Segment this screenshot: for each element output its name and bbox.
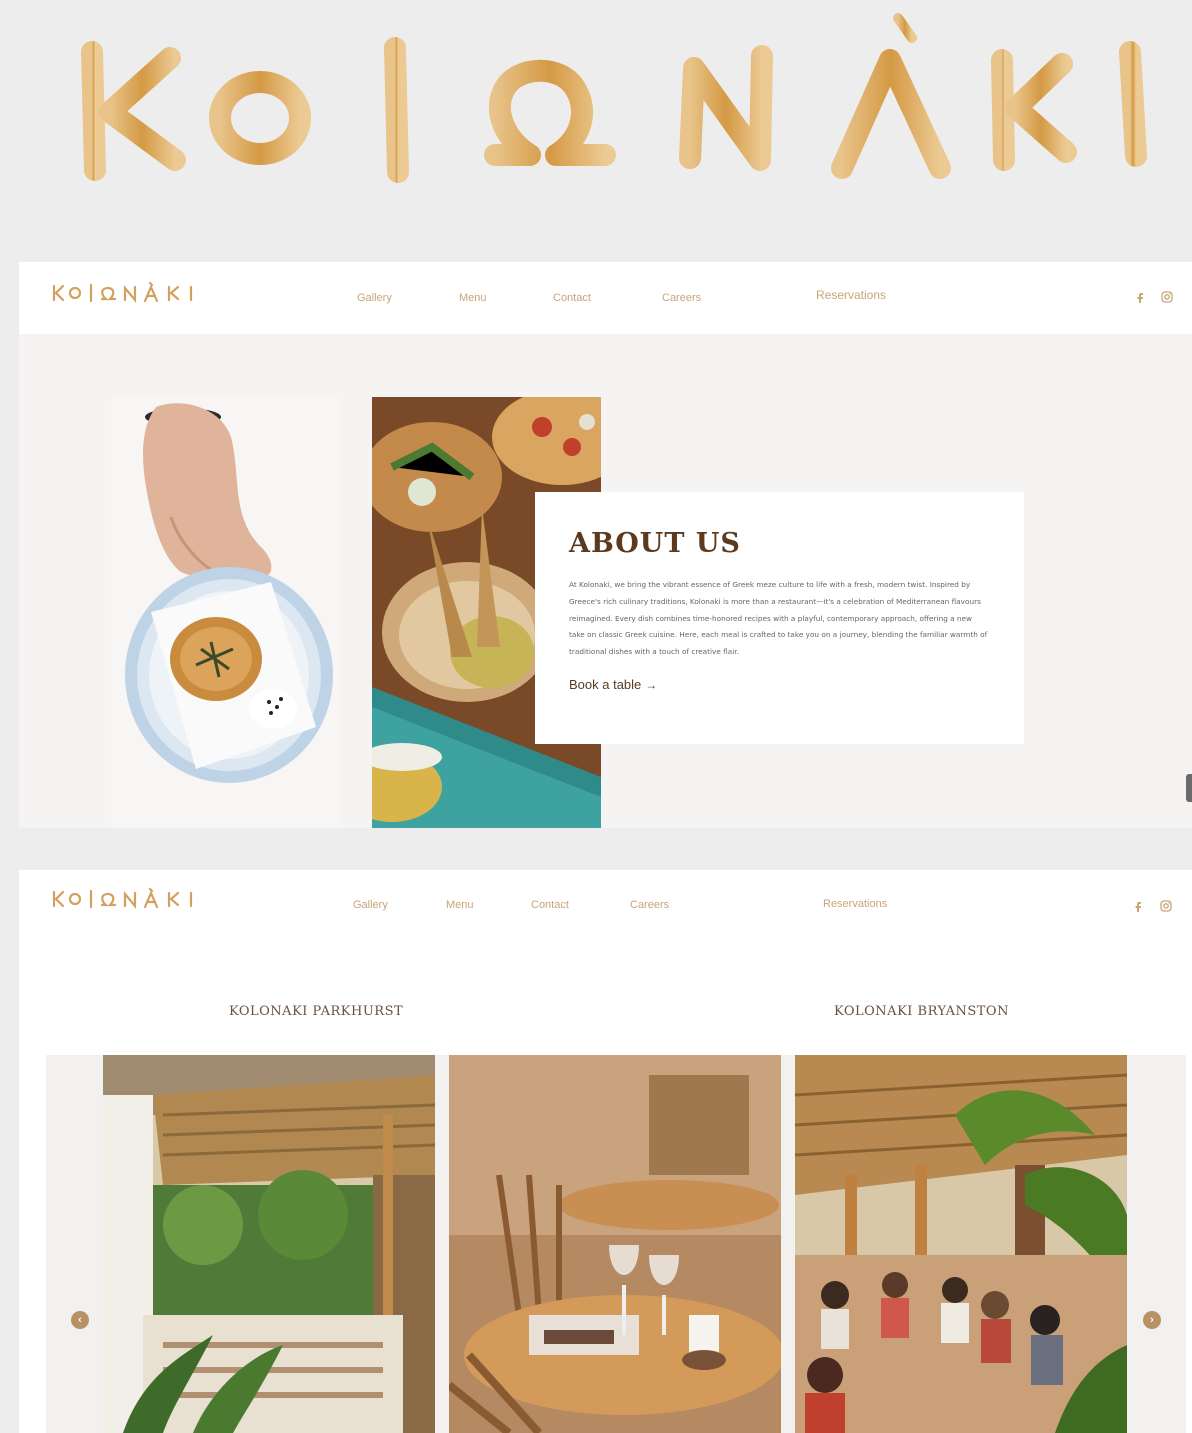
nav-link-menu-2[interactable]: Menu <box>446 899 474 911</box>
locations-section-screenshot: Gallery Menu Contact Careers Reservation… <box>19 870 1192 1433</box>
nav-link-gallery-2[interactable]: Gallery <box>353 899 388 911</box>
top-navbar-2: Gallery Menu Contact Careers Reservation… <box>19 870 1192 940</box>
book-table-link[interactable]: Book a table → <box>569 677 657 692</box>
location-title-bryanston: KOLONAKI BRYANSTON <box>834 1004 1009 1019</box>
photo-plated-pie <box>111 397 341 828</box>
nav-link-careers[interactable]: Careers <box>662 292 701 304</box>
nav-link-menu[interactable]: Menu <box>459 292 487 304</box>
nav-link-careers-2[interactable]: Careers <box>630 899 669 911</box>
location-title-parkhurst: KOLONAKI PARKHURST <box>229 1004 404 1019</box>
nav-link-contact[interactable]: Contact <box>553 292 591 304</box>
nav-logo-2[interactable] <box>51 887 197 910</box>
top-navbar: Gallery Menu Contact Careers Reservation… <box>19 262 1192 334</box>
facebook-icon[interactable] <box>1133 290 1147 304</box>
nav-link-gallery[interactable]: Gallery <box>357 292 392 304</box>
nav-reservations[interactable]: Reservations <box>816 288 886 302</box>
nav-reservations-2[interactable]: Reservations <box>823 898 887 910</box>
about-section-screenshot: Gallery Menu Contact Careers Reservation… <box>19 262 1192 828</box>
location-gallery <box>46 1055 1186 1433</box>
carousel-prev-button[interactable]: ‹ <box>71 1311 89 1329</box>
instagram-icon[interactable] <box>1159 899 1173 913</box>
instagram-icon[interactable] <box>1160 290 1174 304</box>
nav-logo-art <box>52 281 193 304</box>
scroll-handle[interactable] <box>1186 774 1192 802</box>
photo-bryanston-patio <box>795 1055 1127 1433</box>
facebook-icon[interactable] <box>1131 899 1145 913</box>
photo-table-setting <box>449 1055 781 1433</box>
arrow-right-icon: → <box>645 677 658 692</box>
carousel-next-button[interactable]: › <box>1143 1311 1161 1329</box>
nav-link-contact-2[interactable]: Contact <box>531 899 569 911</box>
nav-logo[interactable] <box>51 281 197 304</box>
nav-logo-art-2 <box>52 887 193 910</box>
about-title: ABOUT US <box>569 528 741 559</box>
book-table-label: Book a table <box>569 676 642 692</box>
photo-parkhurst-courtyard <box>103 1055 435 1433</box>
about-text: At Kolonaki, we bring the vibrant essenc… <box>569 580 988 657</box>
about-card: ABOUT US At Kolonaki, we bring the vibra… <box>535 492 1024 744</box>
brand-wordmark-art <box>81 13 1147 183</box>
brand-wordmark <box>0 0 1192 220</box>
